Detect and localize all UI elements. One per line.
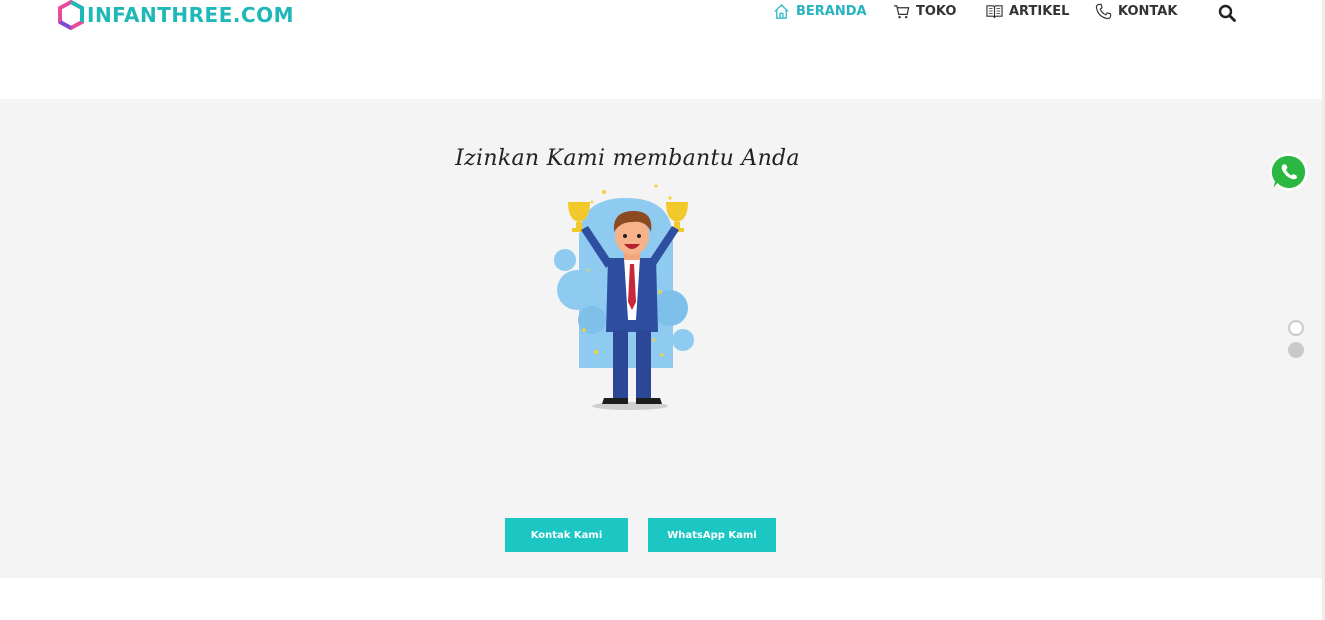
phone-icon <box>1095 3 1112 20</box>
nav-label-artikel: ARTIKEL <box>1009 4 1070 19</box>
kontak-kami-button[interactable]: Kontak Kami <box>505 518 628 552</box>
logo-text: INFANTHREE.COM <box>87 3 295 27</box>
hero-headline: Izinkan Kami membantu Anda <box>455 146 800 171</box>
nav-label-kontak: KONTAK <box>1118 4 1178 19</box>
home-icon <box>774 4 789 19</box>
nav-item-kontak[interactable]: KONTAK <box>1095 3 1177 20</box>
logo-hexagon-icon <box>58 0 84 30</box>
whatsapp-kami-button[interactable]: WhatsApp Kami <box>648 518 776 552</box>
nav-item-toko[interactable]: TOKO <box>893 3 956 20</box>
nav-item-beranda[interactable]: BERANDA <box>773 3 867 20</box>
businessman-trophy-illustration <box>554 184 694 410</box>
site-logo[interactable]: INFANTHREE.COM <box>57 0 294 30</box>
search-icon[interactable] <box>1218 4 1236 22</box>
book-icon <box>986 5 1003 19</box>
cart-icon <box>893 5 910 19</box>
whatsapp-icon[interactable] <box>1269 152 1309 192</box>
nav-label-toko: TOKO <box>916 4 957 19</box>
site-header: INFANTHREE.COM BERANDA TOKO ARTIKEL KONT… <box>0 0 1325 99</box>
slider-dot-2[interactable] <box>1288 342 1304 358</box>
nav-item-artikel[interactable]: ARTIKEL <box>986 3 1069 20</box>
slider-dot-1[interactable] <box>1288 320 1304 336</box>
nav-label-beranda: BERANDA <box>796 4 867 19</box>
